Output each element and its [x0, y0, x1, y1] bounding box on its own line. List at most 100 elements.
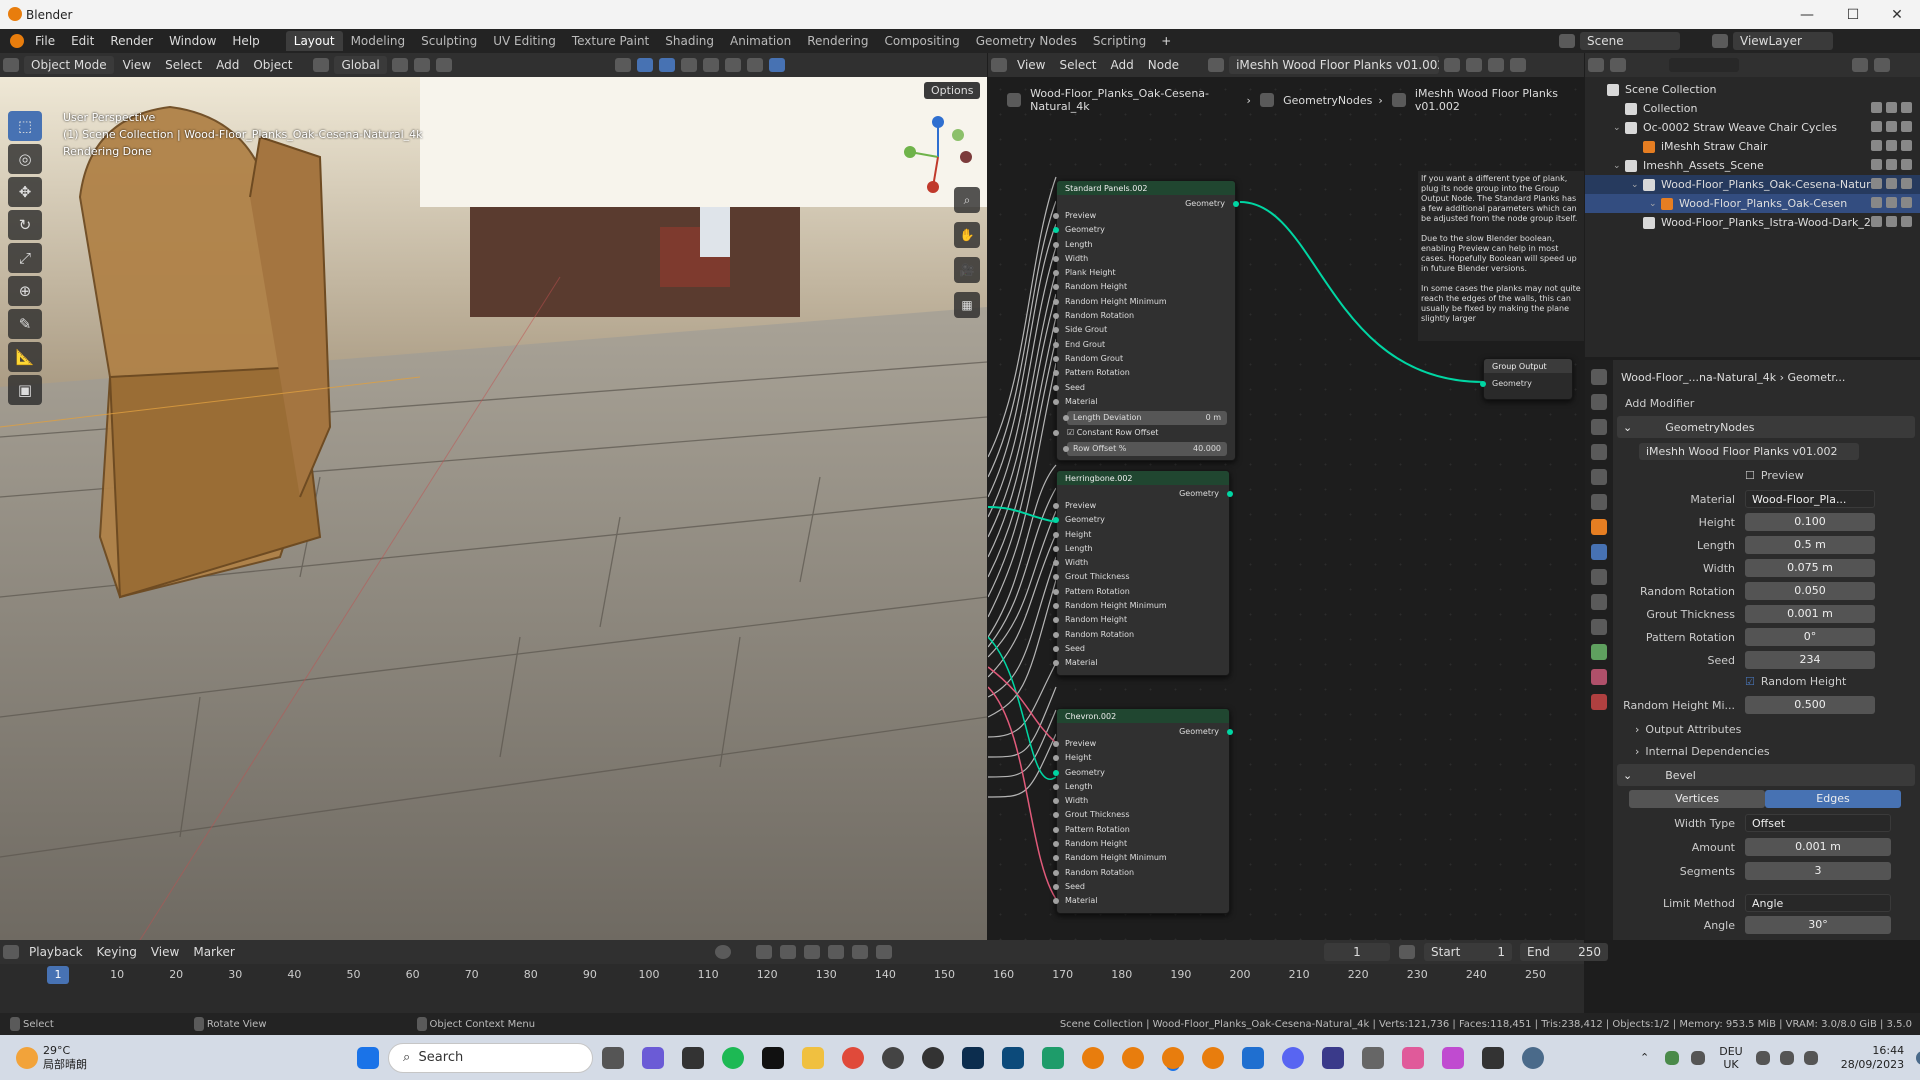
- angle-field[interactable]: 30°: [1745, 916, 1891, 934]
- width-field[interactable]: 0.075 m: [1745, 559, 1875, 577]
- outliner-search-input[interactable]: [1669, 58, 1739, 72]
- material-field[interactable]: Wood-Floor_Pla...: [1745, 490, 1875, 508]
- microphone-icon[interactable]: [1691, 1050, 1706, 1065]
- tab-modeling[interactable]: Modeling: [343, 31, 414, 51]
- socket-grout-thickness[interactable]: Grout Thickness: [1053, 808, 1229, 822]
- eye-icon[interactable]: [1886, 216, 1897, 227]
- timeline[interactable]: Playback Keying View Marker 1 Start 1 End 250…: [0, 940, 1608, 1022]
- timeline-menu-playback[interactable]: Playback: [22, 945, 90, 959]
- unlink-icon[interactable]: [1488, 58, 1505, 72]
- ortho-grid-icon[interactable]: ▦: [954, 292, 980, 318]
- tray-chevron-icon[interactable]: ⌃: [1640, 1051, 1649, 1064]
- eye-icon[interactable]: [1886, 197, 1897, 208]
- close-icon[interactable]: ✕: [1874, 0, 1920, 29]
- socket-preview[interactable]: Preview: [1053, 209, 1235, 223]
- editor-type-icon[interactable]: [3, 58, 19, 72]
- new-collection-icon[interactable]: [1874, 58, 1890, 72]
- language-indicator[interactable]: DEU UK: [1719, 1045, 1742, 1071]
- view-layer-selector[interactable]: ViewLayer: [1733, 32, 1833, 50]
- end-frame-field[interactable]: End 250: [1520, 943, 1608, 961]
- clock[interactable]: 16:44 28/09/2023: [1841, 1044, 1904, 1072]
- browser-icon[interactable]: [922, 1046, 944, 1069]
- limit-method-dropdown[interactable]: Angle: [1745, 894, 1891, 912]
- timeline-menu-marker[interactable]: Marker: [186, 945, 241, 959]
- socket-geometry[interactable]: Geometry: [1053, 513, 1229, 527]
- viewport-menu-object[interactable]: Object: [246, 58, 299, 72]
- tab-texture-paint[interactable]: Texture Paint: [564, 31, 657, 51]
- socket-length[interactable]: Length: [1053, 780, 1229, 794]
- constraints-tab-icon[interactable]: [1591, 619, 1607, 635]
- blender-2-icon[interactable]: [1122, 1046, 1144, 1069]
- file-explorer-icon[interactable]: [802, 1046, 824, 1069]
- jump-end-icon[interactable]: [876, 945, 892, 959]
- socket-random-rotation[interactable]: Random Rotation: [1053, 628, 1229, 642]
- tab-layout[interactable]: Layout: [285, 31, 343, 51]
- socket-seed[interactable]: Seed: [1053, 381, 1235, 395]
- node-standard-panels[interactable]: Standard Panels.002 Geometry Preview Geom…: [1053, 180, 1239, 462]
- start-windows-icon[interactable]: [357, 1046, 379, 1069]
- tab-geometry-nodes[interactable]: Geometry Nodes: [968, 31, 1085, 51]
- photoshop-2-icon[interactable]: [1002, 1046, 1024, 1069]
- socket-plank-height[interactable]: Plank Height: [1053, 266, 1235, 280]
- discord-icon[interactable]: [1282, 1046, 1304, 1069]
- node-group-output[interactable]: Group Output Geometry: [1480, 358, 1573, 401]
- snap-icon[interactable]: [413, 58, 430, 72]
- blender-menu-icon[interactable]: [10, 34, 24, 48]
- timeline-menu-keying[interactable]: Keying: [90, 945, 144, 959]
- outliner-row[interactable]: ⌄ Imeshh_Assets_Scene: [1585, 156, 1920, 175]
- cursor-tool-icon[interactable]: ◎: [8, 144, 42, 174]
- pattern-rotation-field[interactable]: 0°: [1745, 628, 1875, 646]
- menu-edit[interactable]: Edit: [63, 34, 102, 48]
- tab-edges[interactable]: Edges: [1765, 790, 1901, 808]
- checkbox-icon[interactable]: [1871, 140, 1882, 151]
- camera-icon[interactable]: [1901, 140, 1912, 151]
- timeline-menu-view[interactable]: View: [144, 945, 186, 959]
- socket-material[interactable]: Material: [1053, 395, 1235, 409]
- node-menu-add[interactable]: Add: [1104, 58, 1141, 72]
- tab-compositing[interactable]: Compositing: [876, 31, 967, 51]
- node-group-selector[interactable]: iMeshh Wood Floor Planks v01.002: [1229, 56, 1440, 74]
- pivot-icon[interactable]: [391, 58, 408, 72]
- data-tab-icon[interactable]: [1591, 644, 1607, 660]
- length-field[interactable]: 0.5 m: [1745, 536, 1875, 554]
- tool-tab-icon[interactable]: [1591, 369, 1607, 385]
- amount-field[interactable]: 0.001 m: [1745, 838, 1891, 856]
- scene-selector[interactable]: Scene: [1580, 32, 1680, 50]
- socket-random-height[interactable]: Random Height: [1053, 280, 1235, 294]
- node-herringbone[interactable]: Herringbone.002 Geometry Preview Geometry…: [1053, 470, 1233, 676]
- outliner-row[interactable]: ⌄ Wood-Floor_Planks_Oak-Cesen: [1585, 194, 1920, 213]
- random-height-min-field[interactable]: 0.500: [1745, 696, 1875, 714]
- length-deviation-field[interactable]: Length Deviation 0 m: [1063, 411, 1227, 426]
- viewport-menu-view[interactable]: View: [116, 58, 158, 72]
- wireframe-shading-icon[interactable]: [702, 58, 719, 72]
- grout-thickness-field[interactable]: 0.001 m: [1745, 605, 1875, 623]
- checkbox-icon[interactable]: [1871, 178, 1882, 189]
- measure-tool-icon[interactable]: 📐: [8, 342, 42, 372]
- outliner-row[interactable]: iMeshh Straw Chair: [1585, 137, 1920, 156]
- texture-tab-icon[interactable]: [1591, 694, 1607, 710]
- move-tool-icon[interactable]: ✥: [8, 177, 42, 207]
- start-frame-field[interactable]: Start 1: [1424, 943, 1512, 961]
- viewport-options-button[interactable]: Options: [924, 82, 981, 99]
- select-box-tool-icon[interactable]: ⬚: [8, 111, 42, 141]
- record-icon[interactable]: [715, 945, 731, 959]
- eye-icon[interactable]: [1886, 140, 1897, 151]
- socket-side-grout[interactable]: Side Grout: [1053, 323, 1235, 337]
- socket-height[interactable]: Height: [1053, 751, 1229, 765]
- socket-width[interactable]: Width: [1053, 252, 1235, 266]
- camera-icon[interactable]: [1901, 121, 1912, 132]
- material-tab-icon[interactable]: [1591, 669, 1607, 685]
- outliner-type-icon[interactable]: [1588, 58, 1604, 72]
- world-tab-icon[interactable]: [1591, 494, 1607, 510]
- outliner-row[interactable]: Collection: [1585, 99, 1920, 118]
- checkbox-icon[interactable]: [1871, 159, 1882, 170]
- pin-icon[interactable]: [1510, 58, 1527, 72]
- socket-height[interactable]: Height: [1053, 528, 1229, 542]
- particles-tab-icon[interactable]: [1591, 569, 1607, 585]
- task-view-icon[interactable]: [602, 1046, 624, 1069]
- preview-checkbox[interactable]: ☐ Preview: [1745, 464, 1920, 486]
- socket-random-grout[interactable]: Random Grout: [1053, 352, 1235, 366]
- row-offset-field[interactable]: Row Offset % 40.000: [1063, 441, 1227, 457]
- socket-width[interactable]: Width: [1053, 556, 1229, 570]
- constant-row-offset-checkbox[interactable]: ☑ Constant Row Offset: [1053, 426, 1235, 440]
